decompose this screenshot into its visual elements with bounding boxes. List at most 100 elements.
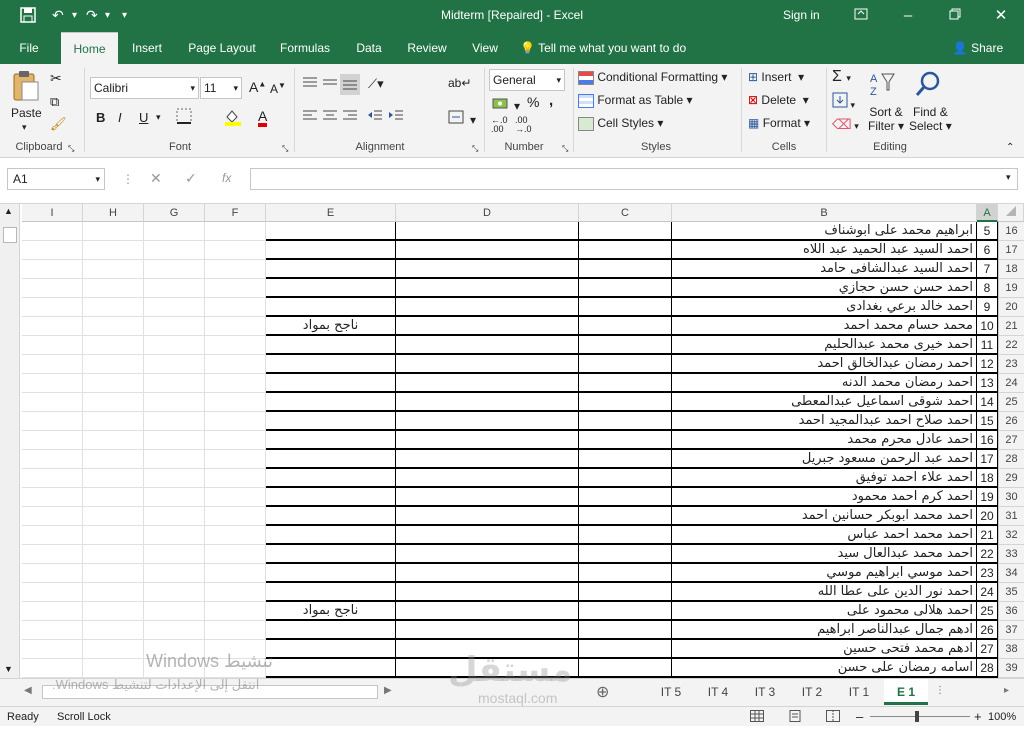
column-header-f[interactable]: F [205,204,266,222]
cell-d[interactable] [396,260,579,279]
accounting-format-icon[interactable]: ▾ [492,96,520,113]
cell-d[interactable] [396,431,579,450]
cell-e[interactable] [266,241,396,260]
cell-f[interactable] [205,279,266,298]
name-box[interactable]: A1 ▾ [7,168,105,190]
cell-a[interactable]: 22 [977,545,998,564]
cell-h[interactable] [83,564,144,583]
cell-c[interactable] [579,298,672,317]
font-size-select[interactable]: 11 ▾ [200,77,242,99]
cell-e[interactable] [266,393,396,412]
cell-a[interactable]: 20 [977,507,998,526]
cell-i[interactable] [22,336,83,355]
increase-indent-icon[interactable] [388,109,404,126]
zoom-level[interactable]: 100% [988,707,1016,727]
delete-cells-button[interactable]: ⊠ Delete ▾ [748,93,809,107]
cell-a[interactable]: 13 [977,374,998,393]
cell-f[interactable] [205,583,266,602]
comma-style-icon[interactable]: , [549,92,553,109]
cell-f[interactable] [205,298,266,317]
row-header[interactable]: 22 [998,336,1024,355]
find-select-icon[interactable] [914,70,942,101]
cell-c[interactable] [579,393,672,412]
bold-button[interactable]: B [96,110,105,125]
zoom-out-icon[interactable]: – [856,707,863,727]
cell-d[interactable] [396,336,579,355]
cell-i[interactable] [22,602,83,621]
decrease-indent-icon[interactable] [367,109,383,126]
underline-button[interactable]: U [139,110,148,125]
new-sheet-icon[interactable]: ⊕ [596,682,609,702]
sheet-tab-it2[interactable]: IT 2 [791,679,833,705]
cell-h[interactable] [83,469,144,488]
cell-a[interactable]: 24 [977,583,998,602]
cell-g[interactable] [144,222,205,241]
font-launcher-icon[interactable]: ⤡ [282,144,288,154]
cell-c[interactable] [579,469,672,488]
cell-a[interactable]: 23 [977,564,998,583]
cell-e[interactable] [266,450,396,469]
tab-formulas[interactable]: Formulas [272,32,338,64]
paste-label[interactable]: Paste [11,106,42,120]
orientation-icon[interactable]: ⟋▾ [368,76,384,92]
scroll-up-icon[interactable]: ▲ [4,206,13,216]
cell-d[interactable] [396,583,579,602]
cell-g[interactable] [144,412,205,431]
row-header[interactable]: 16 [998,222,1024,241]
clear-icon[interactable]: ⌫ ▾ [832,116,859,133]
zoom-in-icon[interactable]: + [974,707,982,727]
sheet-tab-e1[interactable]: E 1 [884,679,928,705]
sort-filter-icon[interactable]: AZ [868,70,898,101]
cell-e[interactable] [266,488,396,507]
row-header[interactable]: 21 [998,317,1024,336]
cell-d[interactable] [396,298,579,317]
cell-a[interactable]: 14 [977,393,998,412]
cell-b[interactable]: احمد السيد عبدالشافى حامد [672,260,977,279]
sheet-tab-it3[interactable]: IT 3 [744,679,786,705]
cell-f[interactable] [205,545,266,564]
format-painter-icon[interactable]: 🖌 [50,116,67,132]
cell-b[interactable]: ادهم محمد فتحى حسين [672,640,977,659]
cell-d[interactable] [396,488,579,507]
cell-e[interactable] [266,298,396,317]
align-top-icon[interactable] [302,76,318,93]
row-header[interactable]: 35 [998,583,1024,602]
autosum-icon[interactable]: Σ ▾ [832,68,851,86]
cell-f[interactable] [205,431,266,450]
cell-a[interactable]: 10 [977,317,998,336]
page-layout-view-icon[interactable] [788,709,802,729]
borders-icon[interactable] [176,108,192,127]
cell-g[interactable] [144,526,205,545]
cell-i[interactable] [22,469,83,488]
collapse-ribbon-icon[interactable]: ⌃ [1006,142,1014,153]
cell-e[interactable]: ناجح بمواد [266,317,396,336]
sheet-tab-it1[interactable]: IT 1 [838,679,880,705]
cell-g[interactable] [144,431,205,450]
row-header[interactable]: 27 [998,431,1024,450]
font-color-icon[interactable]: A [258,108,268,127]
cell-d[interactable] [396,393,579,412]
wrap-text-icon[interactable]: ab↵ [448,76,471,90]
cell-i[interactable] [22,279,83,298]
cell-f[interactable] [205,222,266,241]
cell-h[interactable] [83,640,144,659]
cell-f[interactable] [205,393,266,412]
select-all-corner[interactable] [998,204,1024,222]
cell-b[interactable]: احمد عادل محرم محمد [672,431,977,450]
cell-h[interactable] [83,412,144,431]
underline-dropdown-icon[interactable]: ▾ [156,112,161,123]
copy-icon[interactable]: ⧉ [50,94,59,110]
tab-insert[interactable]: Insert [124,32,170,64]
cell-d[interactable] [396,526,579,545]
row-header[interactable]: 19 [998,279,1024,298]
cell-e[interactable] [266,583,396,602]
cell-b[interactable]: احمد هلالى محمود على [672,602,977,621]
ribbon-display-options-icon[interactable] [846,4,876,28]
number-format-select[interactable]: General ▾ [489,69,565,91]
cell-h[interactable] [83,488,144,507]
tell-me-search[interactable]: 💡 Tell me what you want to do [520,32,700,64]
cell-a[interactable]: 16 [977,431,998,450]
cell-c[interactable] [579,260,672,279]
cell-g[interactable] [144,545,205,564]
worksheet-grid[interactable]: ▲ ▼ I H G F E D C B A ابراهيم محمد على ا… [0,204,1024,678]
